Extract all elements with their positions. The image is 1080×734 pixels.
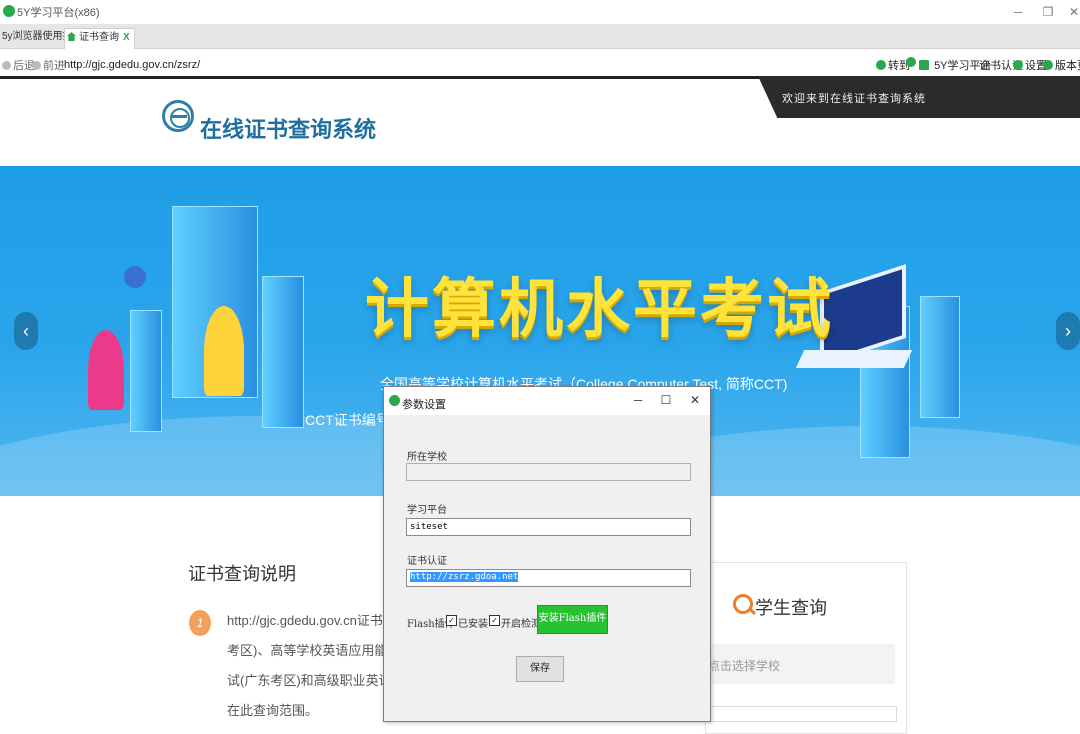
settings-dialog: 参数设置 ─ ☐ ✕ 所在学校 学习平台 证书认证 http://zsrz.gd…	[383, 386, 711, 722]
building-graphic	[920, 296, 960, 418]
planet-graphic	[124, 266, 146, 288]
close-icon[interactable]: ✕	[1063, 2, 1080, 22]
update-button[interactable]: 版本更新	[1043, 57, 1080, 73]
dialog-title: 参数设置	[402, 399, 446, 411]
home-icon	[919, 60, 929, 70]
school-field[interactable]	[406, 463, 691, 481]
carousel-prev-button[interactable]: ‹	[14, 312, 38, 350]
laptop-base-graphic	[795, 350, 913, 368]
app-icon	[3, 5, 15, 17]
info-section-title: 证书查询说明	[188, 564, 296, 584]
tab-cert-query[interactable]: 证书查询 X	[64, 28, 135, 49]
dialog-minimize-icon[interactable]: ─	[627, 393, 649, 409]
restore-icon[interactable]: ❐	[1037, 2, 1059, 22]
back-icon	[2, 61, 11, 70]
detect-label: 开启检测	[501, 619, 541, 630]
refresh-icon-shape	[906, 57, 916, 67]
site-name[interactable]: 在线证书查询系统	[200, 112, 376, 144]
forward-icon	[32, 61, 41, 70]
home-icon	[67, 32, 76, 41]
site-logo-icon	[162, 100, 194, 132]
installed-label: 已安装	[458, 619, 488, 630]
dialog-close-icon[interactable]: ✕	[684, 393, 706, 409]
go-icon	[876, 60, 886, 70]
gear-icon	[1013, 60, 1023, 70]
student-query-title: 学生查询	[755, 598, 827, 618]
installed-checkbox[interactable]: ✓	[446, 615, 457, 626]
step-number-badge: 1	[189, 610, 211, 636]
window-title: 5Y学习平台(x86)	[17, 7, 100, 19]
update-label: 版本更新	[1055, 60, 1080, 72]
check-icon: ✓	[448, 616, 455, 625]
building-graphic	[262, 276, 304, 428]
person-graphic	[204, 306, 244, 396]
platform-field[interactable]	[406, 518, 691, 536]
building-graphic	[130, 310, 162, 432]
dialog-titlebar[interactable]: 参数设置 ─ ☐ ✕	[384, 387, 710, 415]
banner-title: 计算机水平考试	[365, 273, 834, 347]
window-titlebar: 5Y学习平台(x86) ─ ❐ ✕	[0, 0, 1080, 24]
update-icon	[1043, 60, 1053, 70]
detect-checkbox[interactable]: ✓	[489, 615, 500, 626]
cert-field[interactable]: http://zsrz.gdoa.net	[406, 569, 691, 587]
tab-close-icon[interactable]: X	[123, 32, 130, 43]
check-icon: ✓	[491, 616, 498, 625]
dialog-app-icon	[389, 395, 400, 406]
carousel-next-button[interactable]: ›	[1056, 312, 1080, 350]
platform-label: 学习平台	[407, 505, 447, 516]
refresh-icon[interactable]	[906, 57, 918, 69]
tab-strip: 5y浏览器使用指引 证书查询 X	[0, 24, 1080, 49]
go-button[interactable]: 转到	[876, 57, 910, 73]
info-line: 在此查询范围。	[227, 703, 319, 718]
url-input[interactable]	[62, 56, 666, 74]
back-button[interactable]: 后退	[2, 57, 35, 73]
address-bar: 后退 前进 转到 5Y学习平台 证书认证 设置 版本更新	[0, 54, 1080, 76]
install-flash-button[interactable]: 安装Flash插件	[537, 605, 608, 634]
save-button[interactable]: 保存	[516, 656, 564, 682]
cert-field-value: http://zsrz.gdoa.net	[410, 572, 519, 582]
forward-button[interactable]: 前进	[32, 57, 65, 73]
cert-label: 证书认证	[407, 556, 447, 567]
welcome-text: 欢迎来到在线证书查询系统	[782, 93, 926, 105]
search-icon	[733, 594, 753, 614]
minimize-icon[interactable]: ─	[1007, 2, 1029, 22]
school-select-placeholder: 点击选择学校	[708, 659, 781, 673]
dialog-maximize-icon[interactable]: ☐	[655, 393, 677, 409]
tab-label: 证书查询	[79, 32, 119, 43]
person-graphic	[88, 330, 124, 410]
school-label: 所在学校	[407, 452, 447, 463]
settings-button[interactable]: 设置	[1013, 57, 1047, 73]
